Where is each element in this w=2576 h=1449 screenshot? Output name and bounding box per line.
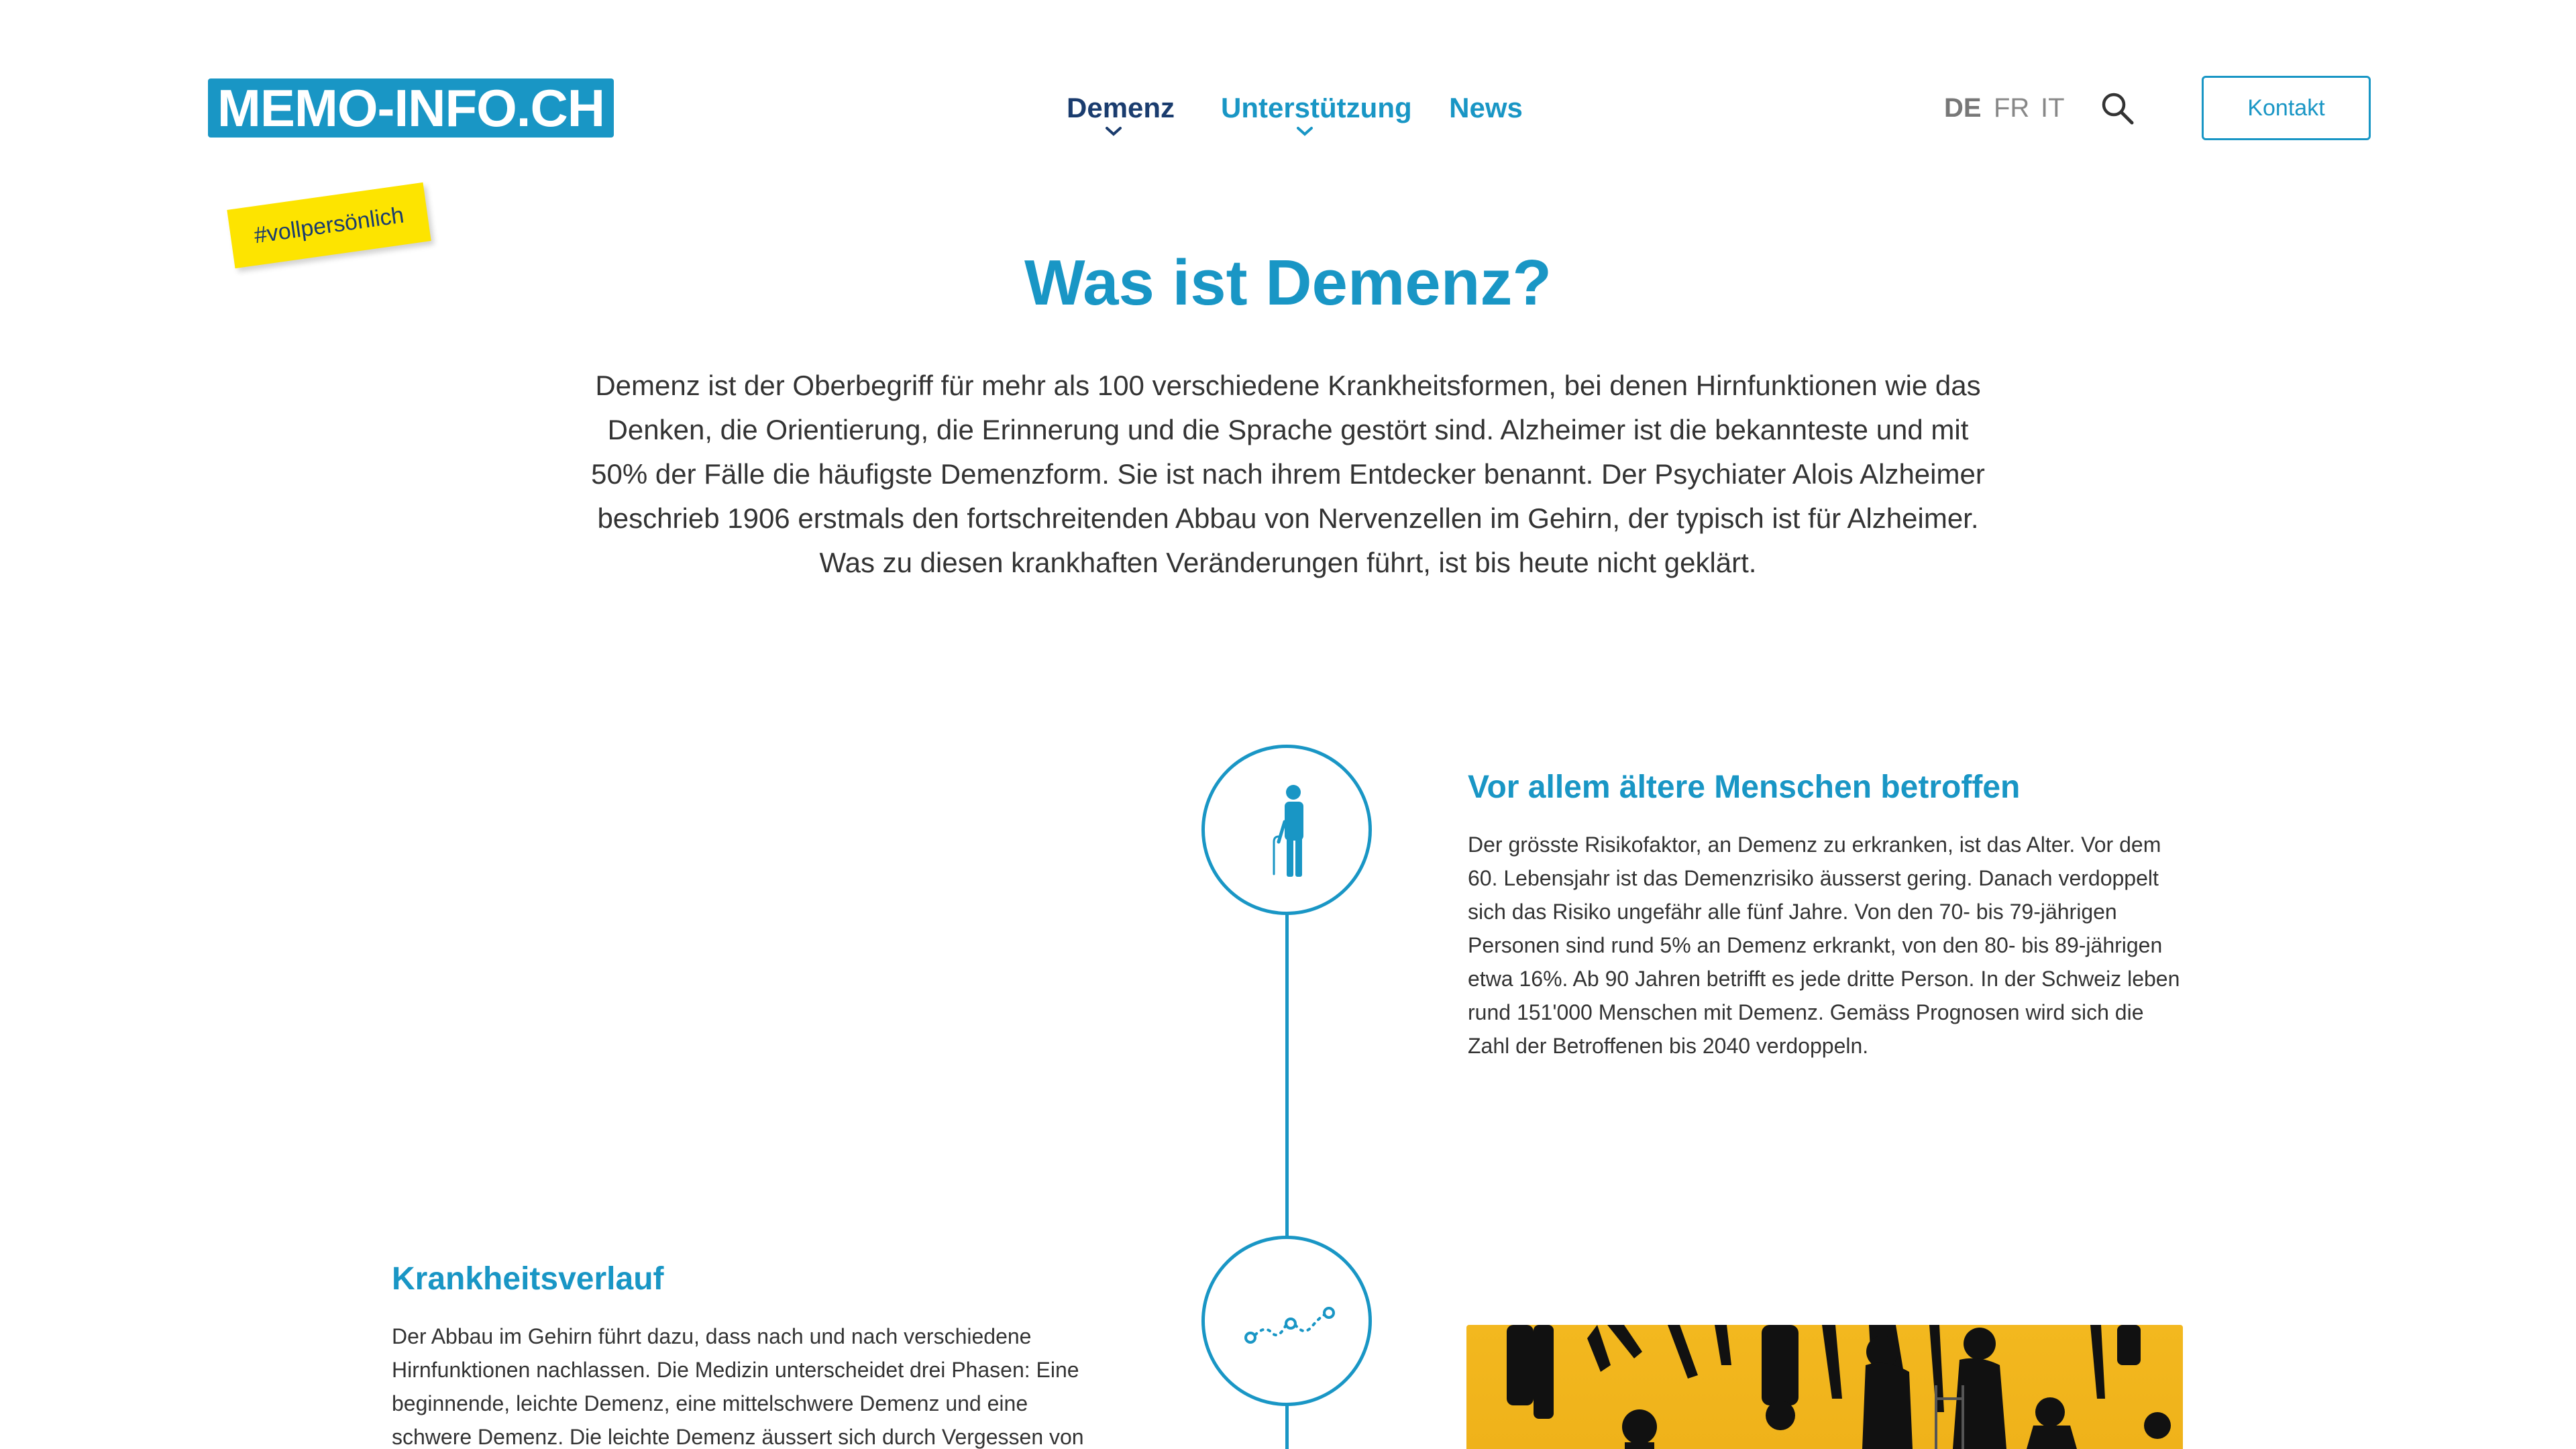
language-de[interactable]: DE (1944, 91, 1982, 125)
contact-button[interactable]: Kontakt (2202, 76, 2371, 140)
nav-item-label: Unterstützung (1221, 92, 1412, 123)
illustration-image (1466, 1325, 2183, 1449)
section-text: Der Abbau im Gehirn führt dazu, dass nac… (392, 1324, 1084, 1449)
section-text: Der grösste Risikofaktor, an Demenz zu e… (1468, 833, 2180, 1058)
nav-item-news[interactable]: News (1449, 91, 1523, 125)
section-title: Krankheitsverlauf (392, 1261, 664, 1297)
nav-item-label: News (1449, 92, 1523, 123)
language-fr[interactable]: FR (1994, 91, 2029, 125)
silhouettes-illustration (1507, 1325, 2171, 1449)
intro-paragraph: Demenz ist der Oberbegriff für mehr als … (591, 370, 1985, 578)
progression-path-icon (1244, 1307, 1335, 1344)
page-title: Was ist Demenz? (1024, 247, 1552, 319)
chevron-down-icon (1106, 127, 1122, 136)
search-icon[interactable] (2100, 91, 2136, 127)
timeline-marker (1201, 745, 1372, 915)
section-title: Vor allem ältere Menschen betroffen (1468, 769, 2021, 805)
nav-item-label: Demenz (1067, 92, 1175, 123)
chevron-down-icon (1297, 127, 1313, 136)
nav-item-demenz[interactable]: Demenz (1067, 91, 1175, 138)
elderly-person-icon (1273, 785, 1303, 877)
site-logo[interactable]: MEMO-INFO.CH (208, 78, 614, 138)
nav-item-unterstuetzung[interactable]: Unterstützung (1221, 91, 1412, 138)
timeline-marker (1201, 1236, 1372, 1406)
language-it[interactable]: IT (2041, 91, 2065, 125)
